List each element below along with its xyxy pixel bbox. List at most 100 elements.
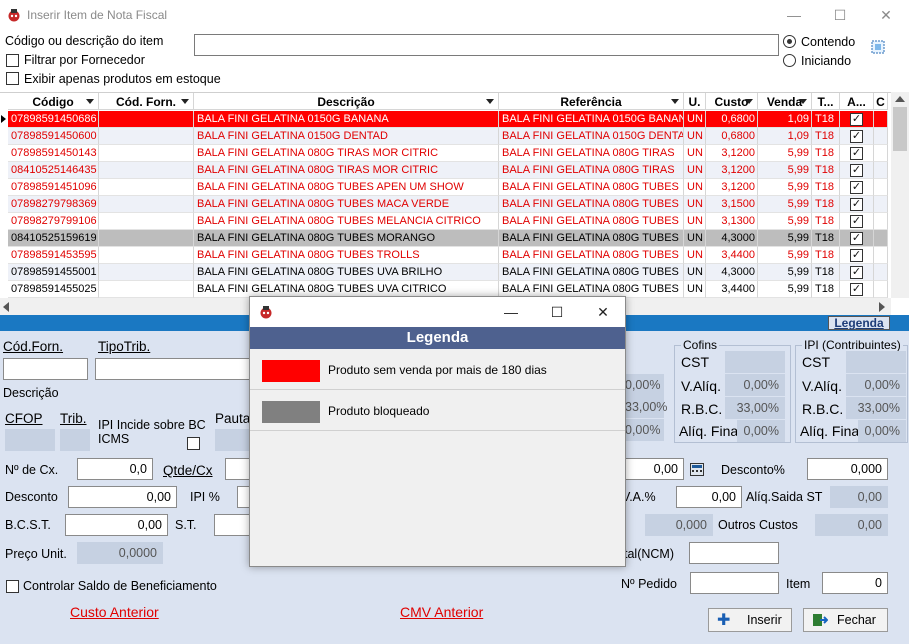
cofins-valiq-input[interactable]: 0,00% [725, 374, 785, 396]
bcst-input[interactable]: 0,00 [65, 514, 168, 536]
cell-un: UN [684, 162, 706, 179]
col-c[interactable]: C [874, 93, 888, 110]
cell-custo: 0,6800 [706, 111, 758, 128]
cell-c [874, 230, 888, 247]
legenda-maximize-button[interactable]: ☐ [534, 297, 580, 327]
filtrar-fornecedor-checkbox[interactable] [6, 54, 19, 67]
cell-forn [99, 247, 194, 264]
ipi-group: IPI (Contribuintes) CST V.Alíq. 0,00% R.… [795, 338, 908, 443]
inserir-button[interactable]: ✚ Inserir [708, 608, 792, 632]
minimize-icon: — [787, 7, 801, 23]
table-row[interactable]: 07898591453595 BALA FINI GELATINA 080G TU… [8, 247, 888, 264]
col-trib[interactable]: T... [812, 93, 840, 110]
table-row[interactable]: 07898279799106 BALA FINI GELATINA 080G TU… [8, 213, 888, 230]
col-ativo[interactable]: A... [840, 93, 874, 110]
col-descricao[interactable]: Descrição [194, 93, 499, 110]
ipi-incide-checkbox[interactable] [187, 437, 200, 450]
col-cod-forn[interactable]: Cód. Forn. [99, 93, 194, 110]
table-row[interactable]: 07898591450600 BALA FINI GELATINA 0150G D… [8, 128, 888, 145]
st-input[interactable] [214, 514, 251, 536]
total-input[interactable]: 0,00 [622, 458, 684, 480]
cofins-rbc-input[interactable]: 33,00% [725, 397, 785, 419]
vertical-scrollbar[interactable] [891, 92, 909, 298]
cell-custo: 3,1300 [706, 213, 758, 230]
legenda-dialog: — ☐ ✕ Legenda Produto sem venda por mais… [249, 296, 626, 567]
ativo-checkbox[interactable]: ✓ [850, 283, 863, 296]
qtde-cx-input[interactable] [225, 458, 251, 480]
minimize-button[interactable]: — [771, 0, 817, 30]
ativo-checkbox[interactable]: ✓ [850, 130, 863, 143]
product-grid[interactable]: Código Cód. Forn. Descrição Referência U… [0, 92, 909, 299]
icms-valiq-input[interactable]: 0,00% [624, 374, 664, 396]
cell-forn [99, 213, 194, 230]
preco-unit-input[interactable]: 0,0000 [77, 542, 163, 564]
pauta-input[interactable] [215, 429, 251, 451]
ativo-checkbox[interactable]: ✓ [850, 113, 863, 126]
table-row[interactable]: 07898591455001 BALA FINI GELATINA 080G TU… [8, 264, 888, 281]
barcode-icon[interactable] [869, 38, 887, 56]
ativo-checkbox[interactable]: ✓ [850, 147, 863, 160]
cofins-rbc-label: R.B.C. [681, 401, 723, 417]
fechar-button[interactable]: Fechar [803, 608, 888, 632]
cell-un: UN [684, 247, 706, 264]
col-custo[interactable]: Custo [706, 93, 758, 110]
ipi-cst-input[interactable] [846, 351, 906, 373]
item-input[interactable]: 0 [822, 572, 888, 594]
cmv-anterior-link[interactable]: CMV Anterior [400, 604, 483, 620]
legenda-minimize-button[interactable]: — [488, 297, 534, 327]
trib-input[interactable] [60, 429, 90, 451]
radio-contendo[interactable] [783, 35, 796, 48]
ativo-checkbox[interactable]: ✓ [850, 198, 863, 211]
cell-un: UN [684, 213, 706, 230]
desconto-pct-input[interactable]: 0,000 [807, 458, 888, 480]
custo-anterior-link[interactable]: Custo Anterior [70, 604, 159, 620]
radio-iniciando[interactable] [783, 54, 796, 67]
search-input[interactable] [194, 34, 779, 56]
table-row[interactable]: 07898591450686 BALA FINI GELATINA 0150G B… [8, 111, 888, 128]
desconto-input[interactable]: 0,00 [68, 486, 177, 508]
cfop-input[interactable] [5, 429, 55, 451]
scroll-thumb[interactable] [893, 107, 907, 151]
legenda-close-button[interactable]: ✕ [580, 297, 626, 327]
legenda-button[interactable]: Legenda [828, 316, 890, 330]
ativo-checkbox[interactable]: ✓ [850, 215, 863, 228]
ipi-aliq-final-input[interactable]: 0,00% [858, 420, 906, 442]
ipi-title: IPI (Contribuintes) [802, 338, 903, 352]
exibir-estoque-checkbox[interactable] [6, 72, 19, 85]
tipo-trib-input[interactable] [95, 358, 255, 380]
ativo-checkbox[interactable]: ✓ [850, 266, 863, 279]
table-row[interactable]: 07898279798369 BALA FINI GELATINA 080G TU… [8, 196, 888, 213]
outros-input-ro[interactable]: 0,000 [645, 514, 713, 536]
cofins-aliq-final-input[interactable]: 0,00% [737, 420, 785, 442]
maximize-button[interactable]: ☐ [817, 0, 863, 30]
table-row[interactable]: 08410525146435 BALA FINI GELATINA 080G TI… [8, 162, 888, 179]
col-venda[interactable]: Venda [758, 93, 812, 110]
cell-codigo: 07898591451096 [8, 179, 99, 196]
num-cx-input[interactable]: 0,0 [77, 458, 153, 480]
ativo-checkbox[interactable]: ✓ [850, 249, 863, 262]
table-row[interactable]: 08410525159619 BALA FINI GELATINA 080G TU… [8, 230, 888, 247]
table-row[interactable]: 07898591450143 BALA FINI GELATINA 080G TI… [8, 145, 888, 162]
ativo-checkbox[interactable]: ✓ [850, 164, 863, 177]
ncm-input[interactable] [689, 542, 779, 564]
table-row[interactable]: 07898591451096 BALA FINI GELATINA 080G TU… [8, 179, 888, 196]
aliq-saida-st-input[interactable]: 0,00 [830, 486, 888, 508]
controlar-saldo-checkbox[interactable] [6, 580, 19, 593]
num-pedido-input[interactable] [690, 572, 779, 594]
outros-custos-input[interactable]: 0,00 [815, 514, 888, 536]
calculator-icon[interactable] [690, 463, 704, 476]
ipi-valiq-input[interactable]: 0,00% [846, 374, 906, 396]
cell-c [874, 196, 888, 213]
col-unidade[interactable]: U. [684, 93, 706, 110]
iva-input[interactable]: 0,00 [676, 486, 742, 508]
cod-forn-input[interactable] [3, 358, 88, 380]
ipi-rbc-input[interactable]: 33,00% [846, 397, 906, 419]
cofins-cst-input[interactable] [725, 351, 785, 373]
ativo-checkbox[interactable]: ✓ [850, 181, 863, 194]
icms-aliq-final-input[interactable]: 0,00% [624, 419, 664, 441]
icms-rbc-input[interactable]: 33,00% [624, 396, 667, 418]
col-referencia[interactable]: Referência [499, 93, 684, 110]
close-button[interactable]: ✕ [863, 0, 909, 30]
ativo-checkbox[interactable]: ✓ [850, 232, 863, 245]
col-codigo[interactable]: Código [8, 93, 99, 110]
